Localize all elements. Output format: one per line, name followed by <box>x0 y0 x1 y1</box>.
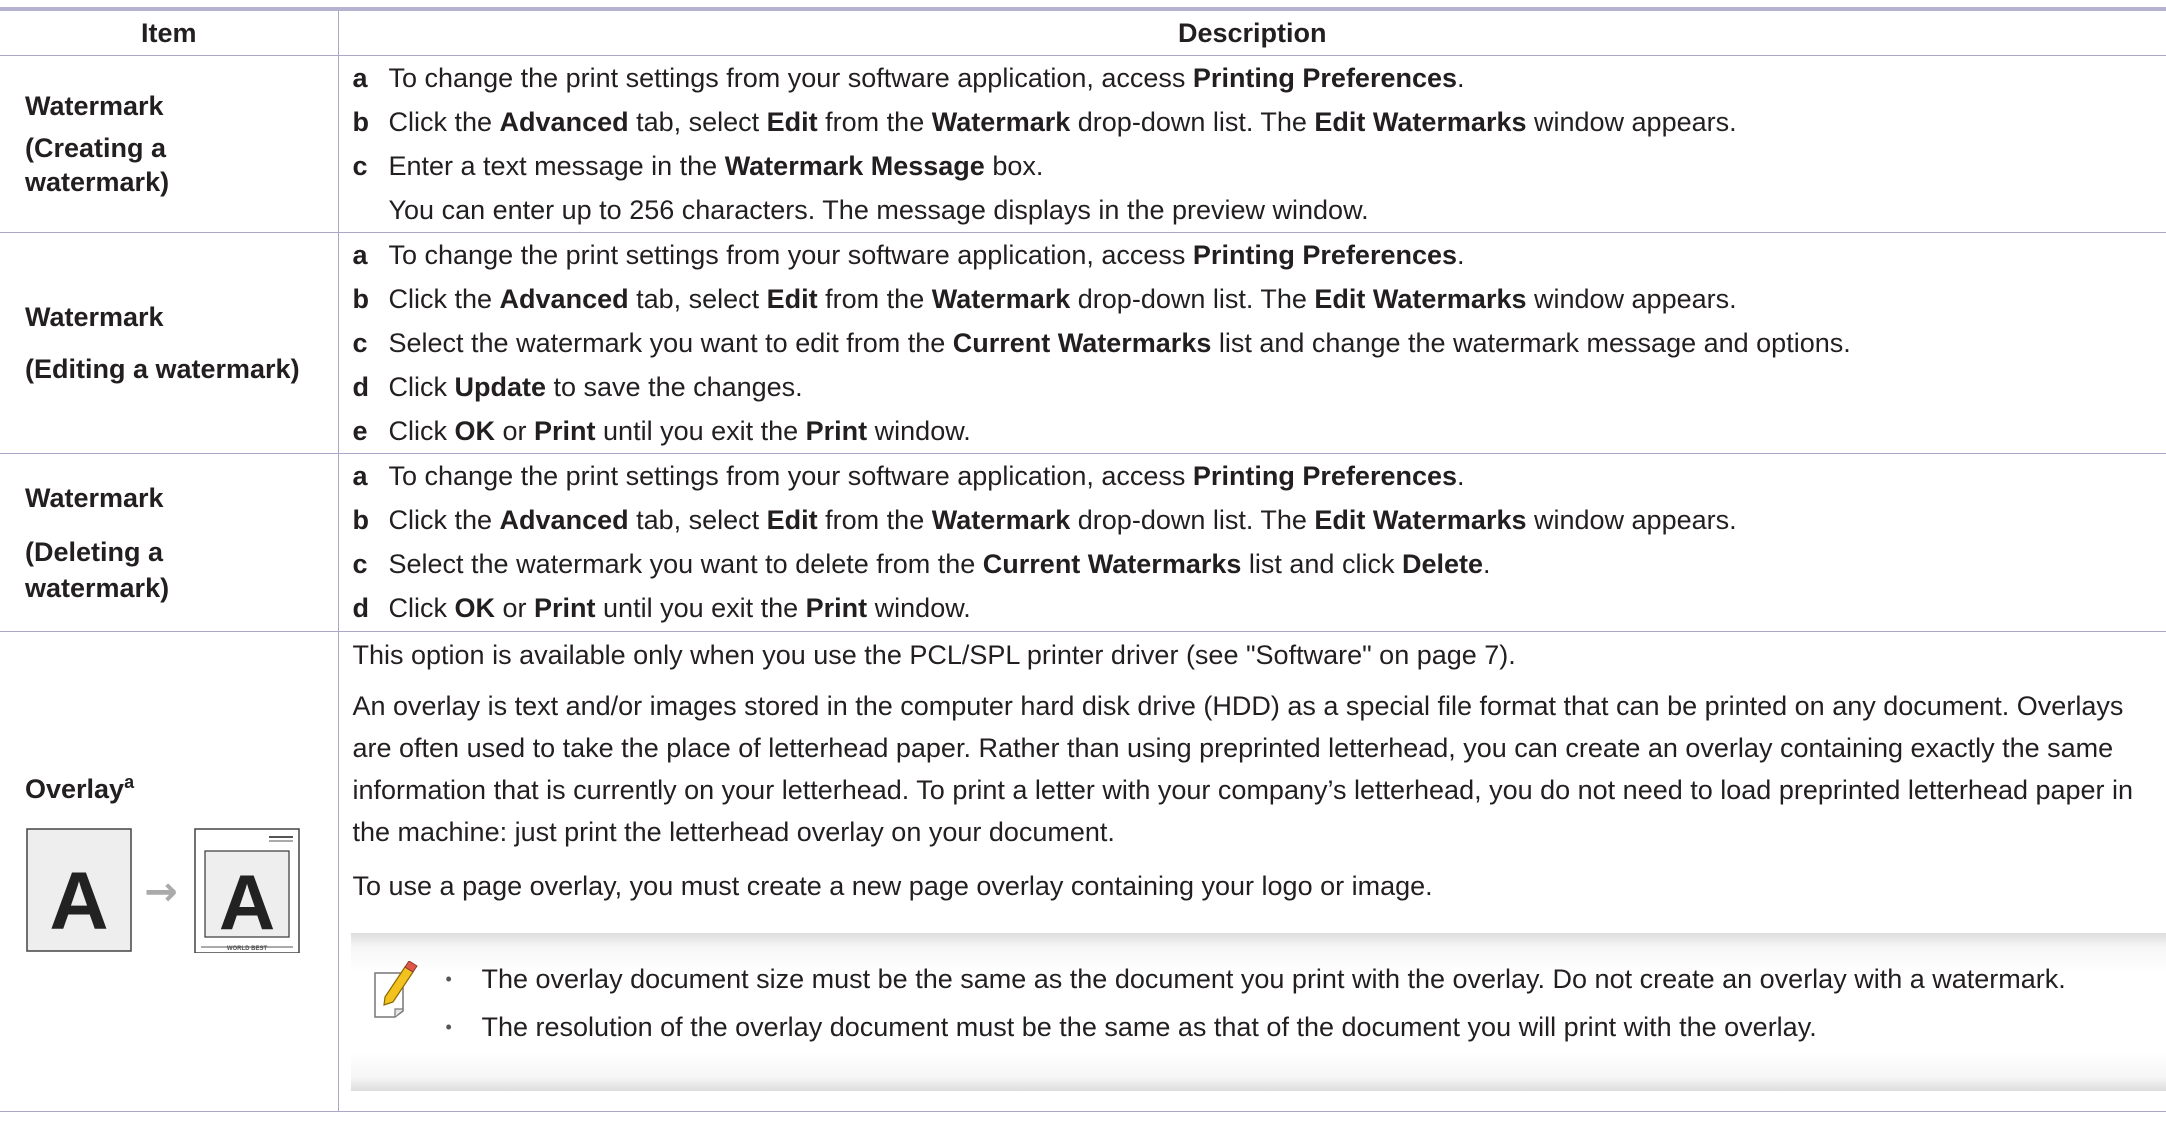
item-cell: Watermark (Deleting a watermark) <box>0 453 339 632</box>
step-text: Click the Advanced tab, select Edit from… <box>388 283 1737 314</box>
step-item: b Click the Advanced tab, select Edit fro… <box>353 100 2166 144</box>
note-pencil-icon <box>373 961 418 1018</box>
svg-text:A: A <box>219 858 275 946</box>
step-letter: b <box>352 106 370 137</box>
step-item: c Enter a text message in the Watermark M… <box>353 144 2166 188</box>
step-letter: b <box>352 283 370 314</box>
description-cell: a To change the print settings from your … <box>338 55 2166 233</box>
overlay-availability-text: This option is available only when you u… <box>352 640 1516 670</box>
step-text: To change the print settings from your s… <box>388 460 1465 491</box>
table-row-editing-watermark: Watermark (Editing a watermark) a To chan… <box>0 232 2166 454</box>
item-label-line: (Deleting a <box>25 536 164 567</box>
step-item: b Click the Advanced tab, select Edit fro… <box>353 498 2166 542</box>
step-text: You can enter up to 256 characters. The … <box>388 194 1369 225</box>
step-continuation: You can enter up to 256 characters. The … <box>353 188 2166 232</box>
step-item: e Click OK or Print until you exit the Pr… <box>353 409 2166 453</box>
step-item: d Click Update to save the changes. <box>353 365 2166 409</box>
step-letter: b <box>352 504 370 535</box>
overlay-description-text: An overlay is text and/or images stored … <box>352 691 2134 847</box>
note-item: • The resolution of the overlay document … <box>445 1011 1817 1042</box>
step-text: To change the print settings from your s… <box>388 239 1465 270</box>
watermark-options-table: Item Description Watermark (Creating a w… <box>0 11 2166 1112</box>
step-text: To change the print settings from your s… <box>388 62 1465 93</box>
item-label-line: (Editing a watermark) <box>25 354 300 384</box>
overlay-illustration-icon: A → A WORLD BEST <box>26 828 300 954</box>
step-text: Click the Advanced tab, select Edit from… <box>388 106 1737 137</box>
step-text: Click OK or Print until you exit the Pri… <box>388 415 971 446</box>
item-label-line: Watermark <box>25 91 164 121</box>
note-box: • The overlay document size must be the s… <box>350 933 2166 1091</box>
document-page: Item Description Watermark (Creating a w… <box>0 0 2166 1122</box>
step-item: a To change the print settings from your … <box>353 233 2166 277</box>
step-letter: a <box>352 460 368 491</box>
diagram-footer-text: WORLD BEST <box>227 946 268 952</box>
step-letter: c <box>352 150 368 181</box>
diagram-letter: A <box>49 856 108 947</box>
step-text: Click the Advanced tab, select Edit from… <box>388 504 1737 535</box>
step-letter: a <box>352 239 368 270</box>
step-text: Select the watermark you want to delete … <box>388 548 1491 579</box>
description-cell: a To change the print settings from your … <box>338 232 2166 454</box>
step-letter: d <box>352 371 370 402</box>
table-row-creating-watermark: Watermark (Creating a watermark) a To cha… <box>0 55 2166 233</box>
item-cell: Watermark (Editing a watermark) <box>0 232 339 454</box>
step-letter: e <box>352 415 368 446</box>
footnote-marker: a <box>124 772 135 792</box>
overlay-diagram: A → A WORLD BEST <box>25 823 325 954</box>
table-header-row: Item Description <box>0 11 2166 56</box>
overlay-instruction-text: To use a page overlay, you must create a… <box>352 871 1433 901</box>
step-item: a To change the print settings from your … <box>353 454 2166 498</box>
step-list: a To change the print settings from your … <box>353 233 2166 453</box>
item-cell: Watermark (Creating a watermark) <box>0 55 339 233</box>
step-text: Click OK or Print until you exit the Pri… <box>388 592 971 623</box>
item-label-line: watermark) <box>25 572 170 603</box>
step-item: a To change the print settings from your … <box>353 56 2166 100</box>
step-item: c Select the watermark you want to delete… <box>353 542 2166 586</box>
arrow-icon: → <box>144 869 178 915</box>
step-letter: a <box>352 62 368 93</box>
step-text: Enter a text message in the Watermark Me… <box>388 150 1044 181</box>
step-letter: d <box>352 592 370 623</box>
step-text: Select the watermark you want to edit fr… <box>388 327 1851 358</box>
description-cell: a To change the print settings from your … <box>338 453 2166 632</box>
item-label-line: Watermark <box>25 302 164 332</box>
item-label-line: Watermark <box>25 482 164 513</box>
step-text: Click Update to save the changes. <box>388 371 803 402</box>
description-column-header: Description <box>338 11 2166 56</box>
item-column-header: Item <box>0 11 339 56</box>
step-letter: c <box>352 548 368 579</box>
item-cell: Overlaya A → A WORLD BEST <box>0 631 339 1112</box>
note-item: • The overlay document size must be the s… <box>445 963 2066 994</box>
overlay-label: Overlaya <box>25 772 135 804</box>
note-list: • The overlay document size must be the s… <box>446 955 2066 1051</box>
step-item: c Select the watermark you want to edit f… <box>353 321 2166 365</box>
step-letter: c <box>352 327 368 358</box>
table-row-deleting-watermark: Watermark (Deleting a watermark) a To cha… <box>0 453 2166 632</box>
step-list: a To change the print settings from your … <box>353 56 2166 232</box>
description-cell: This option is available only when you u… <box>338 631 2166 1112</box>
step-item: b Click the Advanced tab, select Edit fro… <box>353 277 2166 321</box>
step-item: d Click OK or Print until you exit the Pr… <box>353 586 2166 630</box>
table-row-overlay: Overlaya A → A WORLD BEST This option is… <box>0 631 2166 1112</box>
step-list: a To change the print settings from your … <box>353 454 2166 630</box>
item-label-line: watermark) <box>25 167 170 197</box>
